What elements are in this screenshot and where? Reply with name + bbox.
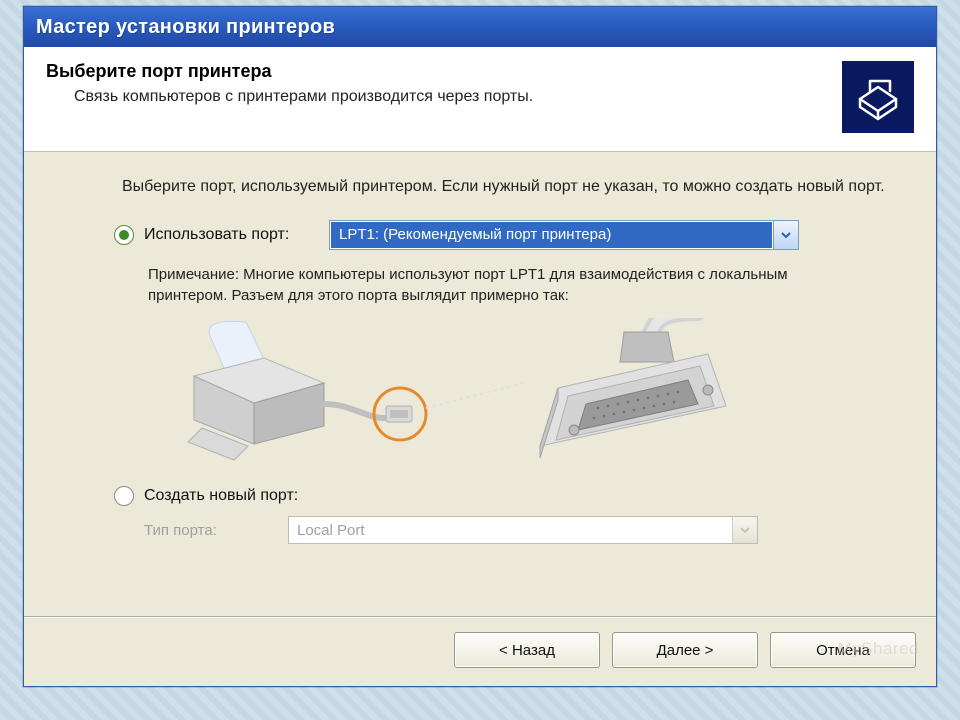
wizard-body: Выберите порт, используемый принтером. Е…: [24, 152, 936, 610]
port-type-value: Local Port: [289, 517, 732, 543]
cancel-button[interactable]: Отмена MyShared: [770, 632, 916, 668]
instruction-text: Выберите порт, используемый принтером. Е…: [122, 176, 900, 198]
wizard-header: Выберите порт принтера Связь компьютеров…: [24, 47, 936, 152]
page-title: Выберите порт принтера: [46, 61, 533, 82]
back-button[interactable]: < Назад: [454, 632, 600, 668]
chevron-down-icon: [732, 517, 757, 543]
printer-icon: [842, 61, 914, 133]
page-subtitle: Связь компьютеров с принтерами производи…: [74, 88, 533, 106]
use-port-label[interactable]: Использовать порт:: [144, 226, 319, 244]
window-title: Мастер установки принтеров: [36, 16, 335, 39]
port-type-dropdown: Local Port: [288, 516, 758, 544]
chevron-down-icon[interactable]: [773, 221, 798, 249]
port-type-label: Тип порта:: [144, 522, 274, 539]
note-text: Примечание: Многие компьютеры используют…: [148, 264, 808, 307]
use-port-row: Использовать порт: LPT1: (Рекомендуемый …: [114, 220, 900, 250]
next-button[interactable]: Далее >: [612, 632, 758, 668]
radio-use-port[interactable]: [114, 225, 134, 245]
create-port-row: Создать новый порт:: [114, 486, 900, 506]
backdrop: Мастер установки принтеров Выберите порт…: [0, 0, 960, 720]
port-dropdown-value: LPT1: (Рекомендуемый порт принтера): [331, 222, 772, 248]
port-type-row: Тип порта: Local Port: [144, 516, 900, 544]
create-port-label[interactable]: Создать новый порт:: [144, 487, 298, 505]
titlebar[interactable]: Мастер установки принтеров: [24, 7, 936, 47]
wizard-window: Мастер установки принтеров Выберите порт…: [23, 6, 937, 687]
port-dropdown[interactable]: LPT1: (Рекомендуемый порт принтера): [329, 220, 799, 250]
port-illustration: [148, 318, 788, 468]
wizard-footer: < Назад Далее > Отмена MyShared: [24, 618, 936, 686]
radio-create-port[interactable]: [114, 486, 134, 506]
header-text: Выберите порт принтера Связь компьютеров…: [46, 61, 533, 106]
